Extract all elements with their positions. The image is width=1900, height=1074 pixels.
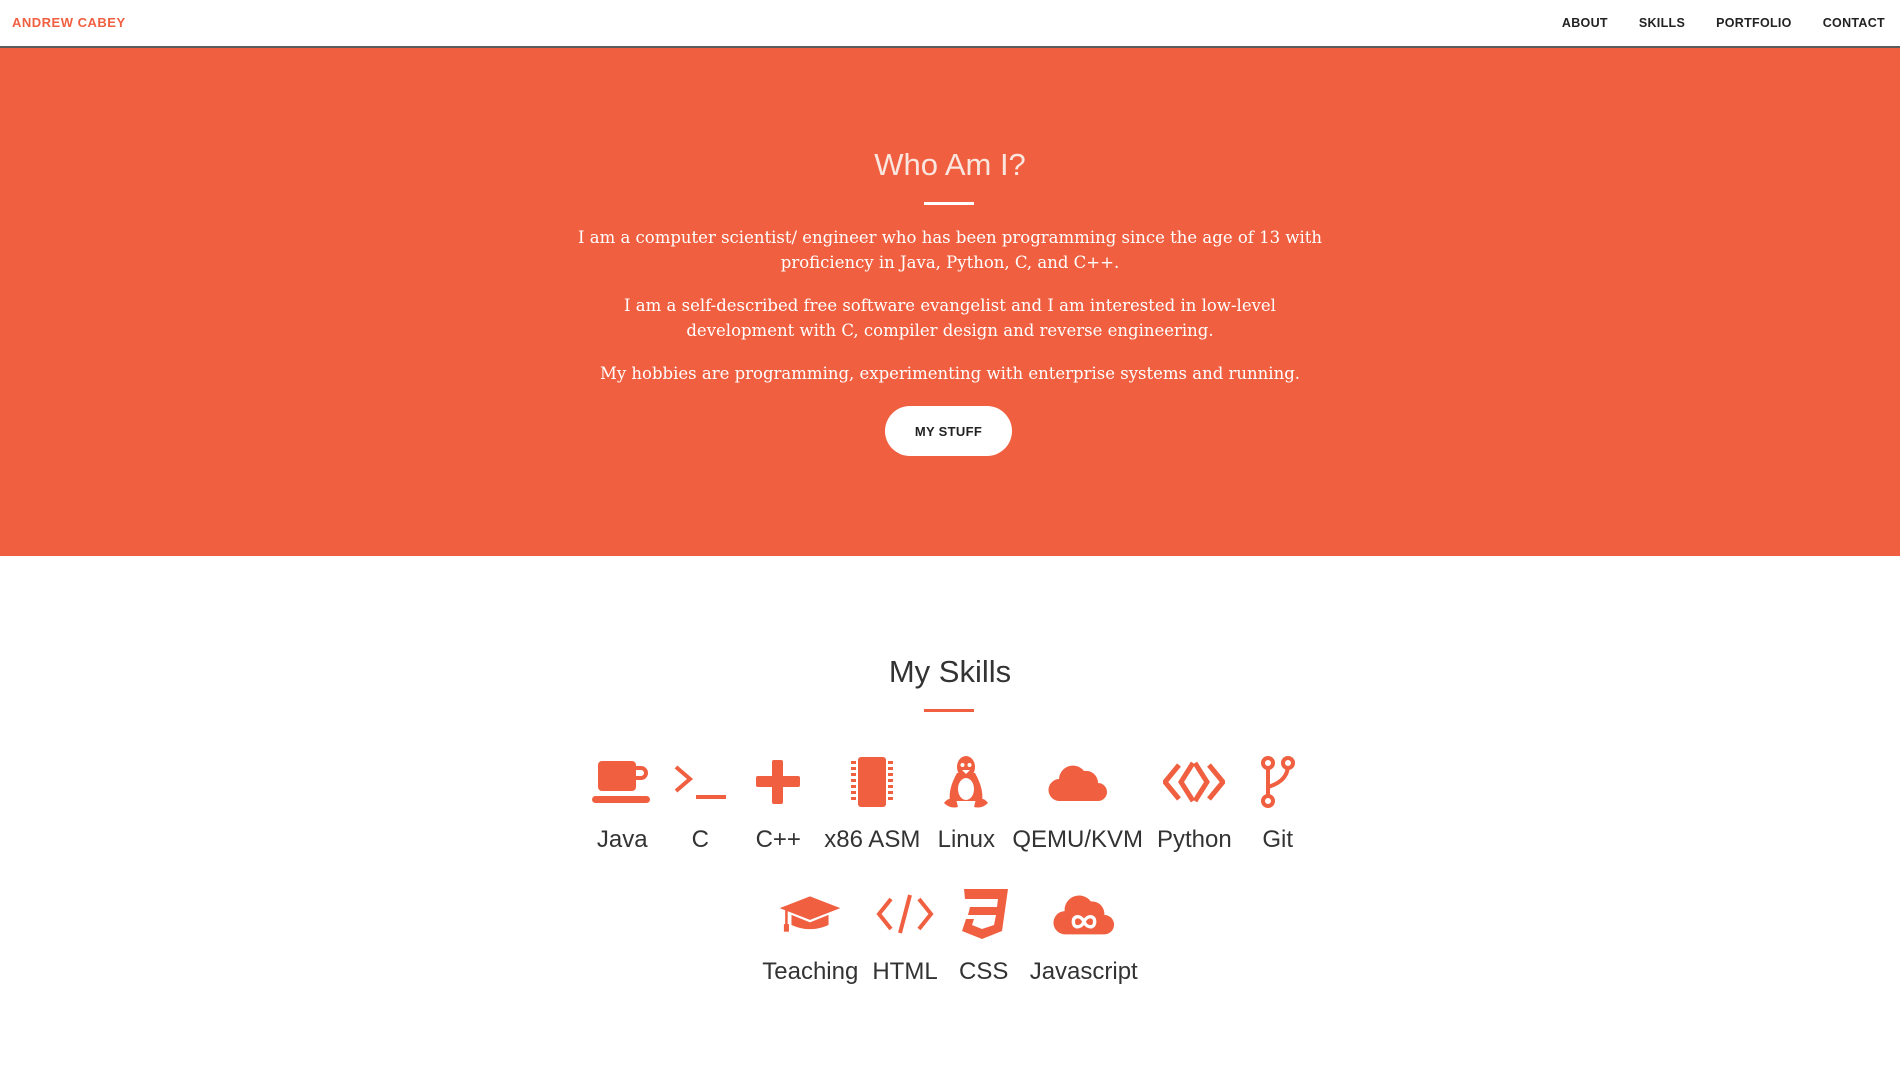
nav-menu: ABOUT SKILLS PORTFOLIO CONTACT <box>1546 0 1900 46</box>
skill-linux[interactable]: Linux <box>934 752 998 854</box>
navbar: ANDREW CABEY ABOUT SKILLS PORTFOLIO CONT… <box>0 0 1900 48</box>
skills-section: My Skills Java C C++ x86 ASM Linux QEMU/… <box>0 556 1900 1074</box>
skill-label: Python <box>1157 826 1232 853</box>
graduation-cap-icon <box>778 884 842 944</box>
code-diamond-icon <box>1162 752 1226 812</box>
about-paragraph: I am a computer scientist/ engineer who … <box>577 228 1323 272</box>
my-stuff-button[interactable]: MY STUFF <box>885 406 1012 456</box>
about-section: Who Am I? I am a computer scientist/ eng… <box>0 48 1900 556</box>
coffee-cup-icon <box>590 752 654 812</box>
about-paragraph: My hobbies are programming, experimentin… <box>599 364 1301 383</box>
skill-label: Linux <box>937 826 995 853</box>
about-divider <box>924 202 974 205</box>
skill-java[interactable]: Java <box>590 752 654 854</box>
about-paragraph: I am a self-described free software evan… <box>624 296 1276 340</box>
skill-cpp[interactable]: C++ <box>746 752 810 854</box>
skills-divider <box>924 709 974 712</box>
nav-item-about[interactable]: ABOUT <box>1546 0 1623 46</box>
about-heading: Who Am I? <box>874 147 1026 182</box>
skill-javascript[interactable]: Javascript <box>1030 884 1138 986</box>
skill-label: C++ <box>755 826 801 853</box>
skill-qemu-kvm[interactable]: QEMU/KVM <box>1012 752 1143 854</box>
nav-item-contact[interactable]: CONTACT <box>1807 0 1900 46</box>
css3-shield-icon <box>952 884 1016 944</box>
code-tags-icon <box>873 884 937 944</box>
skill-label: HTML <box>872 958 938 985</box>
nav-item-skills[interactable]: SKILLS <box>1623 0 1700 46</box>
skill-css[interactable]: CSS <box>952 884 1016 986</box>
cloud-icon <box>1046 752 1110 812</box>
skill-label: Teaching <box>762 958 859 985</box>
skill-html[interactable]: HTML <box>872 884 938 986</box>
chip-icon <box>840 752 904 812</box>
about-text: I am a computer scientist/ engineer who … <box>570 226 1330 406</box>
cloud-infinity-icon <box>1052 884 1116 944</box>
skill-teaching[interactable]: Teaching <box>762 884 858 986</box>
nav-item-portfolio[interactable]: PORTFOLIO <box>1700 0 1807 46</box>
skill-c[interactable]: C <box>668 752 732 854</box>
git-branch-icon <box>1246 752 1310 812</box>
skills-row: Teaching HTML CSS Javascript <box>0 884 1900 986</box>
skill-label: CSS <box>959 958 1009 985</box>
plus-icon <box>746 752 810 812</box>
skill-label: Java <box>596 826 648 853</box>
skill-python[interactable]: Python <box>1157 752 1232 854</box>
brand-link[interactable]: ANDREW CABEY <box>12 15 126 30</box>
skills-row: Java C C++ x86 ASM Linux QEMU/KVM Python… <box>0 752 1900 854</box>
linux-penguin-icon <box>934 752 998 812</box>
skill-label: Javascript <box>1029 958 1138 985</box>
skill-label: C <box>691 826 709 853</box>
terminal-icon <box>668 752 732 812</box>
skill-label: x86 ASM <box>824 826 921 853</box>
skill-git[interactable]: Git <box>1246 752 1310 854</box>
skills-heading: My Skills <box>888 654 1012 689</box>
skill-label: Git <box>1262 826 1294 853</box>
skill-x86-asm[interactable]: x86 ASM <box>824 752 920 854</box>
skill-label: QEMU/KVM <box>1012 826 1143 853</box>
